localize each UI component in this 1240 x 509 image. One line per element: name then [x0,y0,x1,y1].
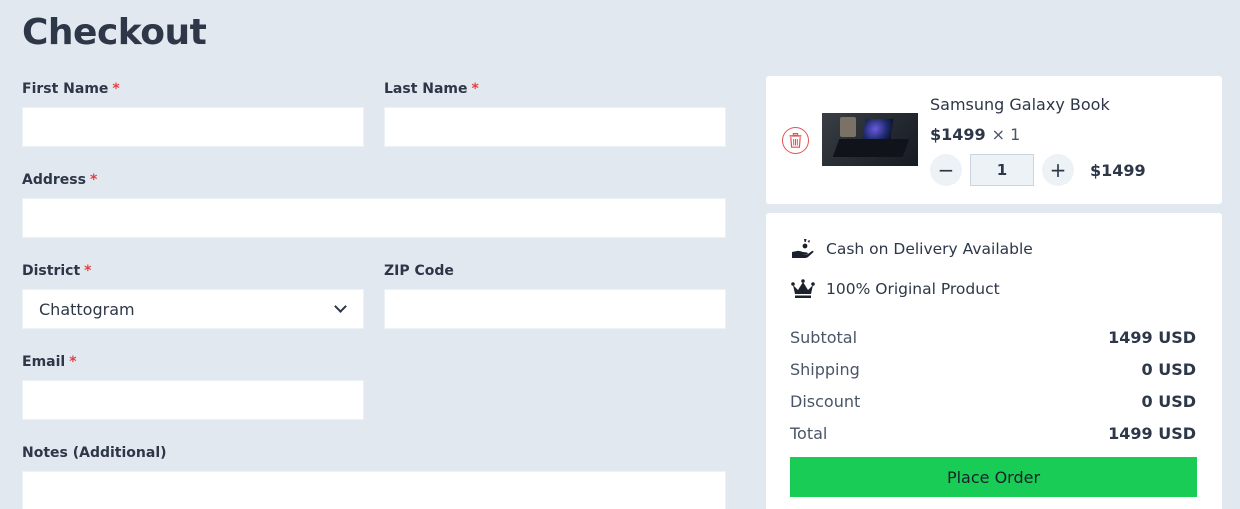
required-mark: * [69,354,77,370]
plus-icon: + [1049,158,1067,182]
required-mark: * [112,81,120,97]
line-total: $1499 [1090,161,1146,180]
summary-value: 0 USD [1141,360,1197,379]
address-label: Address * [22,172,97,188]
summary-label: Total [790,424,828,443]
summary-row-shipping: Shipping 0 USD [790,360,1196,379]
district-label-text: District [22,263,81,279]
product-thumbnail[interactable] [822,113,918,166]
first-name-label: First Name * [22,81,120,97]
thumbnail-base-shape [832,139,910,157]
last-name-label-text: Last Name [384,81,468,97]
feature-text: 100% Original Product [826,280,1000,298]
thumbnail-mug-shape [840,117,856,137]
minus-icon: − [937,158,955,182]
email-label: Email * [22,354,77,370]
notes-label-text: Notes (Additional) [22,445,167,461]
zip-code-label-text: ZIP Code [384,263,454,279]
feature-cash-on-delivery: Cash on Delivery Available [790,237,1033,261]
summary-label: Discount [790,392,861,411]
address-input[interactable] [22,198,726,238]
last-name-label: Last Name * [384,81,479,97]
remove-item-button[interactable] [782,127,809,154]
summary-row-subtotal: Subtotal 1499 USD [790,328,1196,347]
feature-text: Cash on Delivery Available [826,240,1033,258]
hand-coin-icon [790,237,816,261]
summary-value: 0 USD [1141,392,1197,411]
summary-value: 1499 USD [1108,328,1196,347]
email-label-text: Email [22,354,66,370]
page-title: Checkout [22,12,207,53]
zip-code-input[interactable] [384,289,726,329]
last-name-input[interactable] [384,107,726,147]
address-label-text: Address [22,172,86,188]
required-mark: * [84,263,92,279]
notes-label: Notes (Additional) [22,445,167,461]
place-order-button[interactable]: Place Order [790,457,1197,497]
unit-price: $1499 [930,125,986,144]
quantity-multiplier: × 1 [991,125,1021,144]
summary-label: Shipping [790,360,860,379]
quantity-input[interactable]: 1 [970,154,1034,186]
chevron-down-icon [334,300,347,313]
district-selected-value: Chattogram [39,299,135,319]
summary-label: Subtotal [790,328,858,347]
cart-item-card: Samsung Galaxy Book $1499 × 1 − 1 + $1499 [766,76,1222,204]
required-mark: * [471,81,479,97]
first-name-input[interactable] [22,107,364,147]
summary-value: 1499 USD [1108,424,1196,443]
decrease-quantity-button[interactable]: − [930,154,962,186]
first-name-label-text: First Name [22,81,109,97]
district-label: District * [22,263,91,279]
thumbnail-screen-shape [862,119,894,139]
price-line: $1499 × 1 [930,125,1020,144]
email-input[interactable] [22,380,364,420]
zip-code-label: ZIP Code [384,263,454,279]
required-mark: * [89,172,98,188]
district-select[interactable]: Chattogram [22,289,364,329]
summary-row-total: Total 1499 USD [790,424,1196,443]
crown-icon [790,277,816,301]
increase-quantity-button[interactable]: + [1042,154,1074,186]
feature-original-product: 100% Original Product [790,277,1000,301]
product-name[interactable]: Samsung Galaxy Book [930,95,1110,114]
notes-textarea[interactable] [22,471,726,509]
order-summary-card: Cash on Delivery Available 100% Original… [766,213,1222,509]
trash-icon [789,133,802,148]
summary-row-discount: Discount 0 USD [790,392,1196,411]
